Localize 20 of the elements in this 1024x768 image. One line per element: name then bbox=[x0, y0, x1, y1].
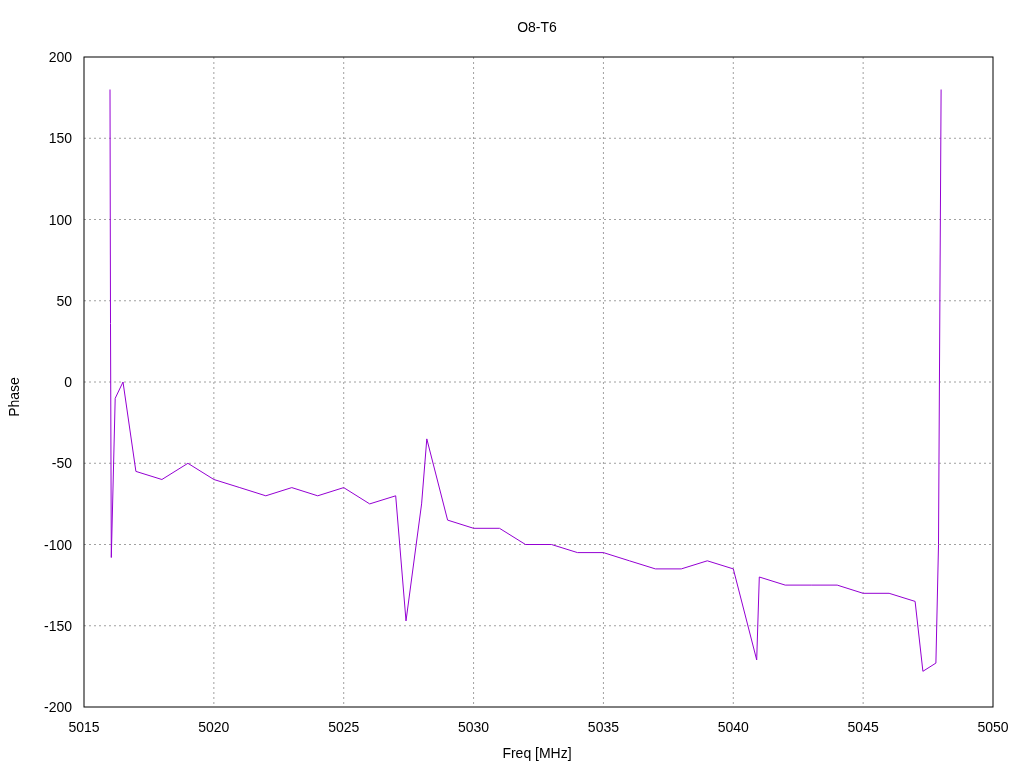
y-tick-label: -100 bbox=[43, 536, 72, 553]
x-tick-label: 5040 bbox=[717, 719, 749, 735]
x-tick-label: 5045 bbox=[847, 719, 879, 735]
x-tick-label: 5015 bbox=[68, 719, 100, 735]
y-tick-label: 50 bbox=[56, 292, 72, 309]
y-axis-label: Phase bbox=[6, 377, 22, 417]
y-tick-label: 200 bbox=[48, 49, 72, 65]
y-tick-label: 100 bbox=[48, 211, 72, 228]
y-tick-label: -150 bbox=[43, 617, 72, 634]
x-axis-label: Freq [MHz] bbox=[502, 745, 572, 761]
y-tick-label: -50 bbox=[51, 455, 72, 472]
x-tick-label: 5025 bbox=[328, 719, 360, 735]
chart-title: O8-T6 bbox=[517, 19, 557, 35]
x-tick-label: 5050 bbox=[977, 719, 1009, 735]
y-tick-label: 150 bbox=[48, 130, 72, 147]
y-tick-label: 0 bbox=[64, 374, 72, 390]
x-tick-label: 5020 bbox=[198, 719, 230, 735]
y-tick-label: -200 bbox=[43, 699, 72, 715]
x-tick-label: 5035 bbox=[587, 719, 619, 735]
x-tick-label: 5030 bbox=[458, 719, 490, 735]
